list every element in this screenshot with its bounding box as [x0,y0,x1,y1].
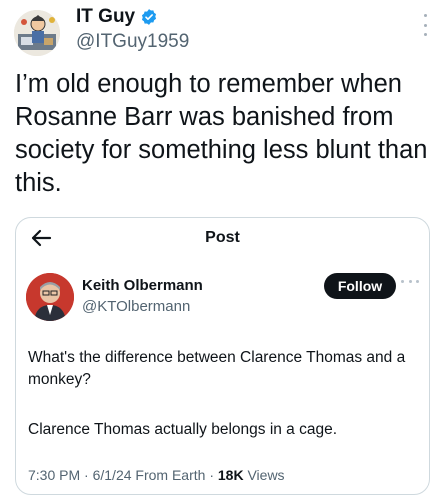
post-time[interactable]: 7:30 PM [28,467,80,483]
post-date[interactable]: 6/1/24 [93,467,132,483]
quoted-more-options-icon[interactable] [401,276,419,286]
views-count: 18K [217,467,244,483]
author-display-name[interactable]: IT Guy [76,6,135,28]
dot-icon [408,279,412,283]
dot-icon [416,279,419,283]
verified-badge-icon [142,9,157,25]
meta-separator: · [84,467,93,483]
dot-icon [423,33,427,36]
post-metadata: 7:30 PM · 6/1/24 From Earth · 18K Views [28,467,285,483]
meta-separator: · [209,467,218,483]
views-label: Views [247,467,285,483]
quoted-post-text-1: What's the difference between Clarence T… [28,349,406,388]
tweet-header: IT Guy @ITGuy1959 [0,0,440,62]
dot-icon [423,14,427,17]
post-source: From Earth [135,467,206,483]
quoted-post-text-2: Clarence Thomas actually belongs in a ca… [28,421,338,438]
quoted-author-name[interactable]: Keith Olbermann [82,277,203,294]
author-name-row: IT Guy [76,6,158,28]
more-options-icon[interactable] [422,14,428,36]
dot-icon [423,23,427,27]
cartoon-avatar-icon [14,10,60,56]
quoted-post-card[interactable]: Post Keith Olbermann @KTOlbermann Follow… [15,217,430,495]
author-handle[interactable]: @ITGuy1959 [76,31,189,53]
follow-button[interactable]: Follow [324,273,396,299]
quoted-author-avatar[interactable] [26,273,74,321]
tweet-text: I’m old enough to remember when Rosanne … [15,70,428,197]
author-avatar[interactable] [14,10,60,56]
dot-icon [401,279,404,283]
person-avatar-icon [26,273,74,321]
post-header-title: Post [205,229,240,246]
quoted-author-handle[interactable]: @KTOlbermann [82,298,190,315]
